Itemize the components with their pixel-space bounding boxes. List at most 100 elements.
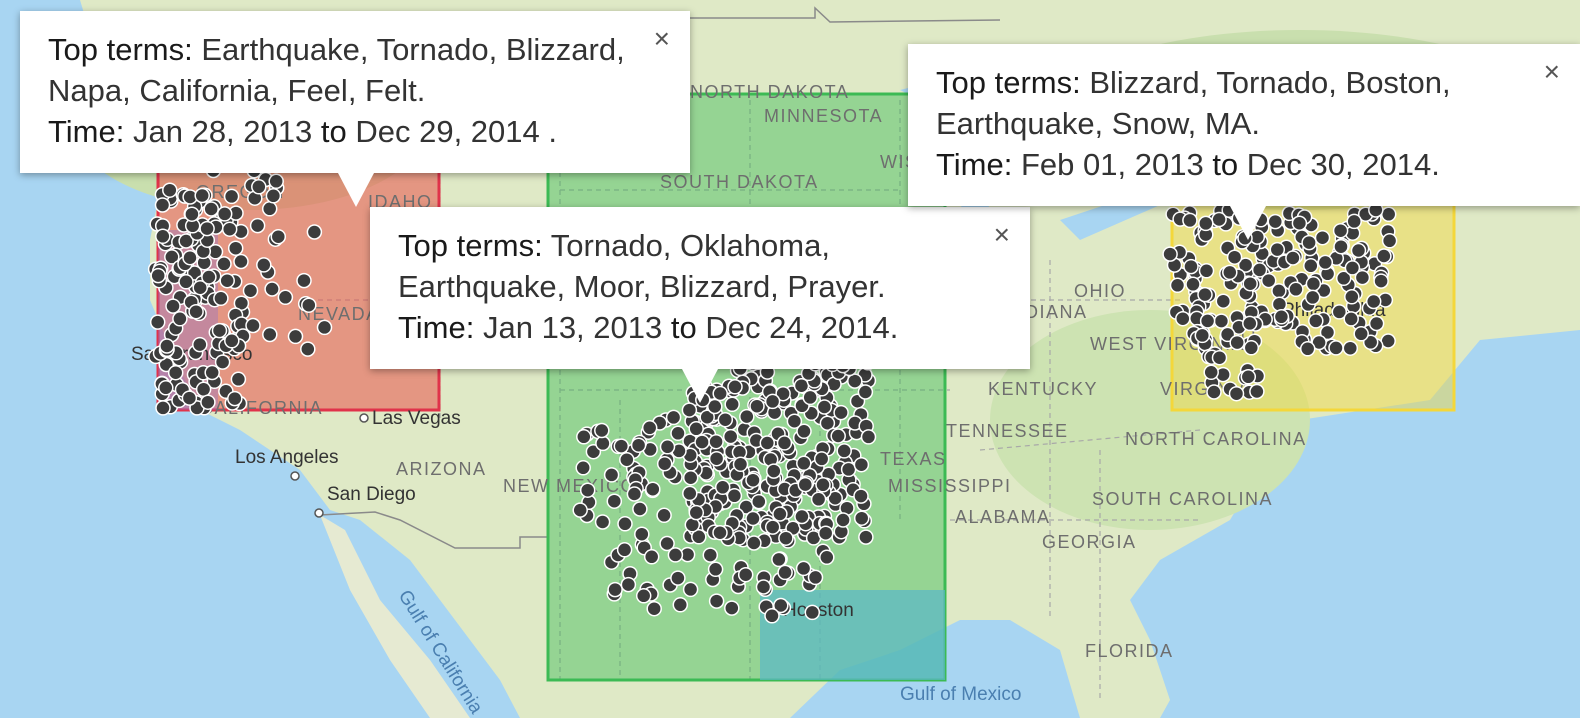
event-marker[interactable]	[1344, 289, 1360, 305]
event-marker[interactable]	[714, 479, 731, 496]
event-marker[interactable]	[192, 336, 208, 353]
event-marker[interactable]	[1211, 211, 1227, 228]
event-marker[interactable]	[572, 502, 588, 518]
event-marker[interactable]	[261, 201, 278, 217]
event-marker[interactable]	[1229, 334, 1245, 351]
event-marker[interactable]	[1249, 383, 1265, 400]
event-marker[interactable]	[619, 451, 635, 468]
event-marker[interactable]	[830, 428, 846, 444]
event-marker[interactable]	[795, 560, 812, 577]
event-marker[interactable]	[1365, 293, 1382, 310]
event-marker[interactable]	[796, 455, 812, 472]
event-marker[interactable]	[804, 604, 821, 621]
event-marker[interactable]	[203, 201, 219, 217]
event-marker[interactable]	[643, 549, 660, 565]
event-marker[interactable]	[1346, 213, 1362, 230]
event-marker[interactable]	[724, 396, 740, 413]
event-marker[interactable]	[682, 485, 698, 502]
event-marker[interactable]	[634, 526, 650, 542]
event-marker[interactable]	[807, 569, 824, 586]
event-marker[interactable]	[575, 460, 591, 476]
event-marker[interactable]	[616, 542, 633, 558]
event-marker[interactable]	[296, 272, 312, 289]
event-marker[interactable]	[635, 588, 652, 604]
event-marker[interactable]	[682, 469, 699, 486]
event-marker[interactable]	[1243, 340, 1260, 356]
event-marker[interactable]	[1373, 273, 1389, 289]
event-marker[interactable]	[777, 564, 793, 581]
event-marker[interactable]	[737, 566, 754, 583]
event-marker[interactable]	[645, 481, 661, 497]
event-marker[interactable]	[702, 547, 719, 563]
event-marker[interactable]	[656, 507, 672, 524]
event-marker[interactable]	[840, 461, 857, 478]
close-icon[interactable]: ×	[994, 221, 1010, 249]
event-marker[interactable]	[1251, 262, 1268, 278]
event-marker[interactable]	[216, 256, 232, 272]
event-marker[interactable]	[672, 597, 689, 613]
event-marker[interactable]	[833, 404, 849, 421]
event-marker[interactable]	[724, 600, 740, 616]
event-marker[interactable]	[1350, 242, 1367, 259]
event-marker[interactable]	[764, 519, 781, 535]
event-marker[interactable]	[717, 411, 734, 428]
event-marker[interactable]	[262, 326, 278, 343]
event-marker[interactable]	[1301, 234, 1317, 251]
event-marker[interactable]	[630, 437, 647, 453]
event-marker[interactable]	[641, 420, 658, 436]
event-marker[interactable]	[817, 525, 834, 541]
event-marker[interactable]	[727, 379, 743, 395]
close-icon[interactable]: ×	[654, 25, 670, 53]
event-marker[interactable]	[227, 240, 244, 256]
event-marker[interactable]	[786, 413, 803, 429]
event-marker[interactable]	[216, 206, 233, 222]
event-marker[interactable]	[1333, 238, 1349, 255]
event-marker[interactable]	[688, 504, 705, 521]
event-marker[interactable]	[1285, 250, 1301, 266]
event-marker[interactable]	[155, 228, 171, 245]
event-marker[interactable]	[159, 338, 175, 354]
event-marker[interactable]	[751, 493, 767, 510]
event-marker[interactable]	[1269, 241, 1286, 258]
event-marker[interactable]	[764, 393, 781, 410]
event-marker[interactable]	[1213, 313, 1230, 329]
event-marker[interactable]	[277, 289, 294, 306]
event-marker[interactable]	[1240, 369, 1257, 385]
event-marker[interactable]	[646, 600, 662, 617]
event-marker[interactable]	[595, 435, 611, 452]
event-marker[interactable]	[1242, 315, 1258, 332]
event-marker[interactable]	[1162, 246, 1178, 262]
event-marker[interactable]	[667, 547, 684, 563]
event-marker[interactable]	[233, 253, 249, 270]
event-marker[interactable]	[1175, 310, 1191, 327]
event-marker[interactable]	[759, 435, 776, 451]
event-marker[interactable]	[199, 220, 215, 237]
event-marker[interactable]	[1226, 249, 1243, 265]
event-marker[interactable]	[755, 579, 772, 595]
event-marker[interactable]	[1317, 254, 1334, 271]
event-marker[interactable]	[617, 516, 633, 532]
event-marker[interactable]	[1194, 327, 1211, 344]
event-marker[interactable]	[707, 561, 724, 578]
event-marker[interactable]	[1308, 313, 1324, 329]
event-marker[interactable]	[1169, 277, 1186, 294]
event-marker[interactable]	[1198, 263, 1215, 279]
event-marker[interactable]	[682, 581, 699, 598]
event-marker[interactable]	[670, 425, 686, 442]
event-marker[interactable]	[1228, 385, 1245, 402]
event-marker[interactable]	[1353, 326, 1369, 342]
event-marker[interactable]	[1222, 264, 1238, 281]
event-marker[interactable]	[1305, 276, 1322, 292]
event-marker[interactable]	[219, 272, 235, 289]
event-marker[interactable]	[245, 317, 261, 334]
event-marker[interactable]	[1291, 215, 1308, 231]
event-marker[interactable]	[256, 257, 272, 273]
event-marker[interactable]	[778, 530, 794, 546]
event-marker[interactable]	[776, 435, 793, 451]
event-marker[interactable]	[1303, 258, 1319, 274]
event-marker[interactable]	[626, 486, 643, 502]
event-marker[interactable]	[766, 463, 782, 479]
event-marker[interactable]	[656, 455, 673, 472]
event-marker[interactable]	[1343, 311, 1359, 327]
close-icon[interactable]: ×	[1544, 58, 1560, 86]
